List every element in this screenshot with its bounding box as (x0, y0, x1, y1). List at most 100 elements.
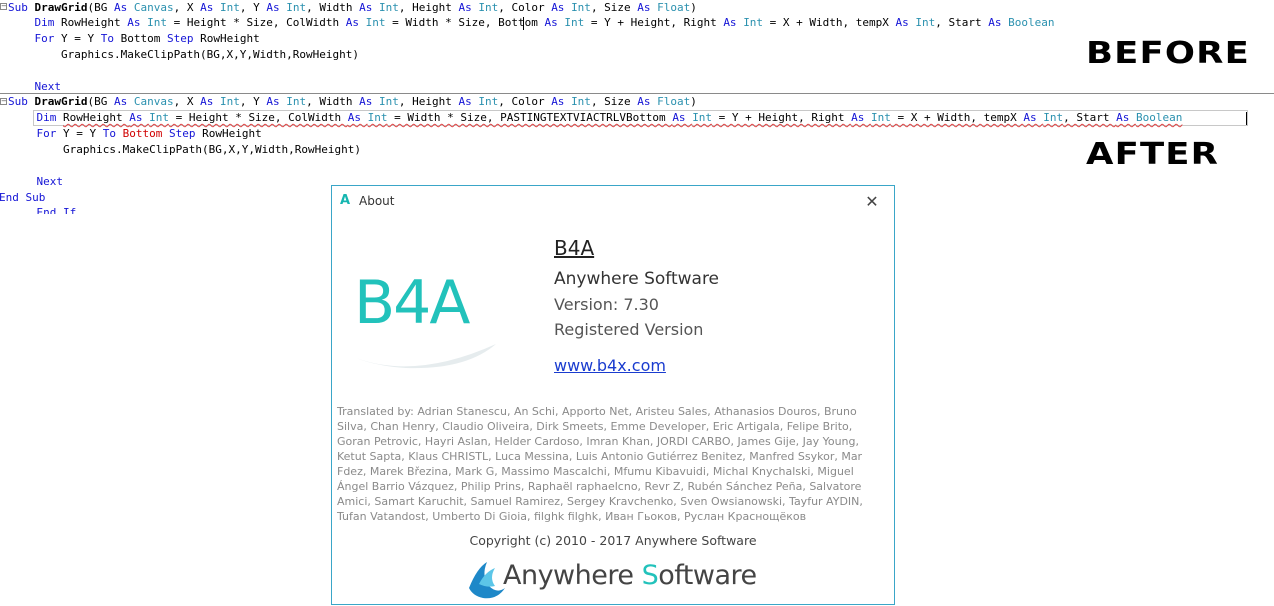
dialog-titlebar[interactable]: A About ✕ (332, 186, 894, 218)
code-token: Next (10, 175, 63, 188)
code-line[interactable]: Next (10, 174, 63, 190)
text-cursor (1246, 112, 1247, 125)
code-line[interactable]: Graphics.MakeClipPath(BG,X,Y,Width,RowHe… (8, 47, 359, 63)
code-token: , Height (398, 1, 459, 14)
code-line[interactable]: Graphics.MakeClipPath(BG,X,Y,Width,RowHe… (10, 142, 361, 158)
dialog-body: B4A B4A Anywhere Software Version: 7.30 … (332, 218, 894, 604)
code-token: As (129, 111, 150, 124)
code-token: , Start (1063, 111, 1117, 124)
code-line[interactable]: Dim RowHeight As Int = Height * Size, Co… (8, 15, 1054, 31)
wave-logo-icon (469, 562, 505, 599)
code-token: Int (871, 111, 891, 124)
code-token: Int (743, 16, 764, 29)
before-label: BEFORE (1086, 36, 1250, 71)
code-token: As (851, 111, 872, 124)
code-token: Graphics.MakeClipPath(BG,X,Y,Width,RowHe… (10, 143, 361, 156)
code-token: Int (1043, 111, 1064, 124)
dialog-title: About (359, 194, 395, 208)
code-token: Int (378, 95, 399, 108)
code-token: As (359, 1, 379, 14)
credits-text: Translated by: Adrian Stanescu, An Schi,… (337, 405, 863, 523)
code-line[interactable]: Sub DrawGrid(BG As Canvas, X As Int, Y A… (8, 94, 697, 110)
code-token: Int (915, 16, 936, 29)
code-token: Int (571, 1, 591, 14)
footer-logo-text-s: S (641, 560, 659, 591)
code-token: Int (564, 16, 585, 29)
code-token: Next (8, 80, 61, 93)
website-link[interactable]: www.b4x.com (554, 356, 666, 375)
after-label: AFTER (1086, 137, 1220, 172)
code-token: Sub (8, 1, 35, 14)
code-token: Int (367, 111, 388, 124)
close-button[interactable]: ✕ (860, 191, 884, 213)
code-token: As (551, 95, 572, 108)
code-token: = Width * Size, Bottom (385, 16, 545, 29)
code-token: As (723, 16, 744, 29)
code-line[interactable]: Dim RowHeight As Int = Height * Size, Co… (10, 110, 1182, 126)
code-token: Int (149, 111, 169, 124)
code-token: Boolean (1008, 16, 1055, 29)
code-token: , Start (935, 16, 989, 29)
code-token: = Height * Size, ColWidth (168, 111, 348, 124)
code-token: RowHeight (62, 111, 130, 124)
code-token: As (266, 95, 287, 108)
footer-logo-text-rest: oftware (658, 560, 757, 591)
company-name: Anywhere Software (554, 269, 720, 289)
code-token: As (988, 16, 1009, 29)
code-token: End Sub (0, 191, 46, 204)
code-token: Int (478, 95, 499, 108)
code-line[interactable]: For Y = Y To Bottom Step RowHeight (10, 126, 262, 142)
code-token: RowHeight (60, 16, 128, 29)
code-token: As (458, 1, 479, 14)
anywhere-software-logo: Anywhere Software (467, 558, 767, 600)
code-token: Int (219, 95, 240, 108)
code-token: As (637, 1, 658, 14)
fold-toggle-icon[interactable]: − (0, 98, 7, 105)
code-token: As (458, 95, 479, 108)
code-token: Bottom (122, 127, 169, 140)
code-token: For (8, 32, 61, 45)
code-token: As (113, 95, 134, 108)
code-token: As (200, 1, 220, 14)
code-line[interactable]: End Sub (0, 190, 45, 206)
fold-toggle-icon[interactable]: − (0, 3, 7, 10)
code-token: DrawGrid (34, 1, 88, 14)
code-token: Dim (10, 111, 63, 124)
code-token: As (1116, 111, 1136, 124)
code-line[interactable]: For Y = Y To Bottom Step RowHeight (8, 31, 260, 47)
code-token: Float (657, 1, 691, 14)
code-token: Int (378, 1, 399, 14)
code-token: Step (168, 127, 203, 140)
code-token: Int (571, 95, 591, 108)
code-token: Int (692, 111, 713, 124)
code-line[interactable]: End If (10, 205, 76, 214)
code-token: As (551, 1, 572, 14)
code-token: To (100, 32, 121, 45)
code-token: RowHeight (200, 32, 260, 45)
code-token: As (347, 111, 368, 124)
code-token: , X (173, 95, 201, 108)
code-token: ) (690, 95, 697, 108)
code-token: As (345, 16, 366, 29)
code-token: Int (147, 16, 167, 29)
code-token: , X (173, 1, 201, 14)
registration-text: Registered Version (554, 320, 704, 339)
app-icon: A (340, 193, 351, 208)
code-line[interactable]: Sub DrawGrid(BG As Canvas, X As Int, Y A… (8, 0, 697, 16)
code-token: (BG (87, 1, 114, 14)
code-token: Sub (8, 95, 35, 108)
code-token: As (113, 1, 134, 14)
code-token: As (127, 16, 148, 29)
code-token: RowHeight (202, 127, 262, 140)
code-token: Canvas (133, 95, 174, 108)
code-token: , Width (306, 1, 360, 14)
code-token: , Size (590, 1, 638, 14)
code-token: As (637, 95, 658, 108)
code-token: Int (286, 1, 307, 14)
code-token: As (544, 16, 565, 29)
code-block-before: − Sub DrawGrid(BG As Canvas, X As Int, Y… (0, 0, 1274, 93)
footer-logo-text-a: Anywhere (503, 560, 642, 591)
code-token: DrawGrid (34, 95, 88, 108)
code-token: = X + Width, tempX (890, 111, 1024, 124)
code-token: Boolean (1135, 111, 1183, 124)
